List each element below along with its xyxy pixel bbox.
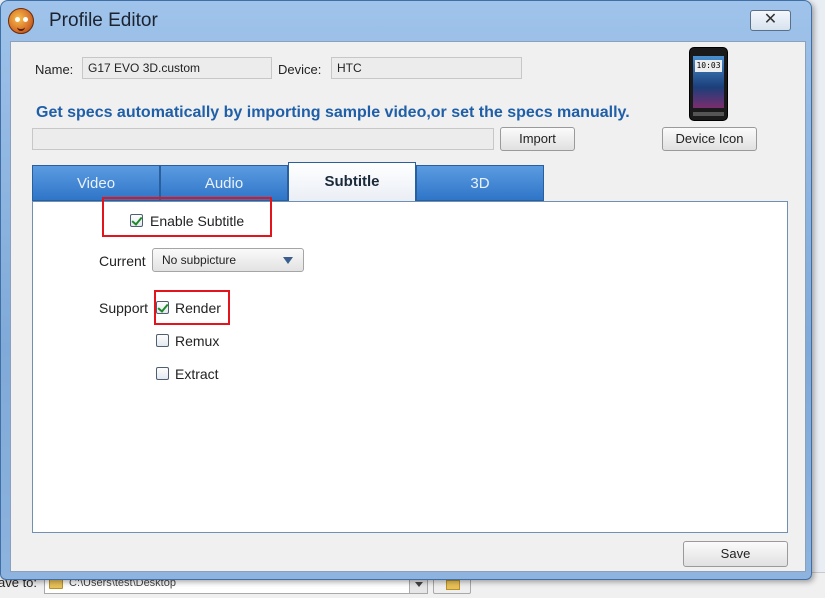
phone-button-bar	[693, 112, 724, 116]
tab-3d[interactable]: 3D	[416, 165, 544, 201]
current-subpicture-select[interactable]: No subpicture	[152, 248, 304, 272]
device-field[interactable]: HTC	[331, 57, 522, 79]
name-field[interactable]: G17 EVO 3D.custom	[82, 57, 272, 79]
tab-audio[interactable]: Audio	[160, 165, 288, 201]
enable-subtitle-label: Enable Subtitle	[150, 213, 245, 229]
extract-label: Extract	[175, 366, 219, 382]
import-button[interactable]: Import	[500, 127, 575, 151]
device-label: Device:	[278, 62, 322, 77]
enable-subtitle-checkbox[interactable]	[130, 214, 143, 227]
remux-checkbox[interactable]	[156, 334, 169, 347]
remux-label: Remux	[175, 333, 220, 349]
device-phone-icon: 10:03	[689, 47, 728, 121]
support-label: Support	[99, 300, 149, 316]
app-logo-icon	[8, 8, 34, 34]
render-label: Render	[175, 300, 221, 316]
name-label: Name:	[35, 62, 74, 77]
dropdown-arrow-icon	[283, 257, 293, 264]
extract-checkbox[interactable]	[156, 367, 169, 380]
device-icon-button[interactable]: Device Icon	[662, 127, 757, 151]
title-bar[interactable]: Profile Editor ✕	[1, 1, 811, 41]
render-checkbox[interactable]	[156, 301, 169, 314]
specs-headline: Get specs automatically by importing sam…	[36, 104, 630, 121]
open-folder-icon	[446, 580, 460, 590]
tab-subtitle[interactable]: Subtitle	[288, 162, 416, 202]
save-button[interactable]: Save	[683, 541, 788, 567]
current-label: Current	[99, 253, 146, 269]
phone-clock: 10:03	[695, 60, 722, 72]
window-title: Profile Editor	[49, 10, 158, 31]
import-path-field[interactable]	[32, 128, 494, 150]
tab-video[interactable]: Video	[32, 165, 160, 201]
phone-screen: 10:03	[693, 56, 724, 108]
subtitle-panel	[32, 201, 788, 533]
current-subpicture-value: No subpicture	[162, 253, 237, 267]
close-button[interactable]: ✕	[750, 10, 791, 31]
